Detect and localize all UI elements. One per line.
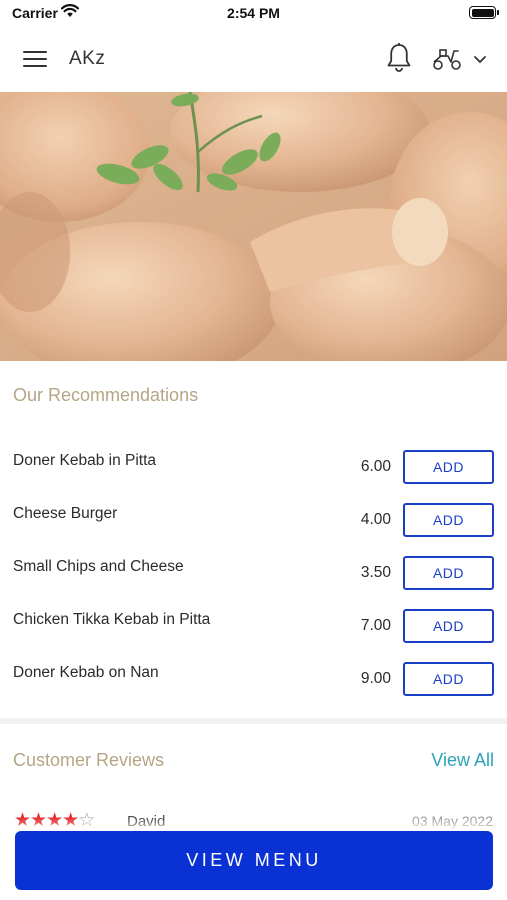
reviewer-name: David xyxy=(127,813,166,830)
add-button[interactable]: ADD xyxy=(403,662,494,696)
item-price: 6.00 xyxy=(360,458,391,475)
list-item: Chicken Tikka Kebab in Pitta 7.00 ADD xyxy=(0,599,507,652)
item-price: 9.00 xyxy=(360,670,391,687)
bell-icon[interactable] xyxy=(386,42,412,74)
add-button[interactable]: ADD xyxy=(403,450,494,484)
reviews-heading: Customer Reviews xyxy=(13,750,165,770)
list-item: Doner Kebab on Nan 9.00 ADD xyxy=(0,652,507,705)
star-filled-icon: ★ xyxy=(62,810,79,831)
review-date: 03 May 2022 xyxy=(412,813,493,829)
status-time: 2:54 PM xyxy=(227,5,280,21)
star-filled-icon: ★ xyxy=(14,810,31,831)
recommendations-list: Doner Kebab in Pitta 6.00 ADD Cheese Bur… xyxy=(0,440,507,705)
restaurant-name: AKz xyxy=(69,48,106,69)
star-rating: ★★★★☆ xyxy=(14,810,95,831)
battery-icon xyxy=(469,6,499,19)
add-button[interactable]: ADD xyxy=(403,503,494,537)
item-name: Doner Kebab in Pitta xyxy=(13,452,157,469)
list-item: Doner Kebab in Pitta 6.00 ADD xyxy=(0,440,507,493)
star-filled-icon: ★ xyxy=(30,810,47,831)
item-price: 3.50 xyxy=(360,564,391,581)
item-name: Cheese Burger xyxy=(13,505,118,522)
item-price: 7.00 xyxy=(360,617,391,634)
star-empty-icon: ☆ xyxy=(78,810,95,831)
add-button[interactable]: ADD xyxy=(403,609,494,643)
star-filled-icon: ★ xyxy=(46,810,63,831)
scooter-icon[interactable] xyxy=(431,46,463,72)
view-all-reviews-link[interactable]: View All xyxy=(431,750,494,771)
item-name: Doner Kebab on Nan xyxy=(13,664,159,681)
app-header: AKz xyxy=(0,28,507,92)
recommendations-heading: Our Recommendations xyxy=(13,385,199,405)
status-bar: Carrier 2:54 PM xyxy=(0,0,507,28)
section-divider xyxy=(0,718,507,724)
review-item: ★★★★☆ David 03 May 2022 xyxy=(0,808,507,831)
add-button[interactable]: ADD xyxy=(403,556,494,590)
item-price: 4.00 xyxy=(360,511,391,528)
list-item: Cheese Burger 4.00 ADD xyxy=(0,493,507,546)
menu-icon[interactable] xyxy=(23,50,47,70)
item-name: Chicken Tikka Kebab in Pitta xyxy=(13,611,211,628)
hero-food-image xyxy=(0,92,507,361)
list-item: Small Chips and Cheese 3.50 ADD xyxy=(0,546,507,599)
chevron-down-icon[interactable] xyxy=(472,53,488,65)
view-menu-button[interactable]: VIEW MENU xyxy=(15,831,493,890)
item-name: Small Chips and Cheese xyxy=(13,558,184,575)
